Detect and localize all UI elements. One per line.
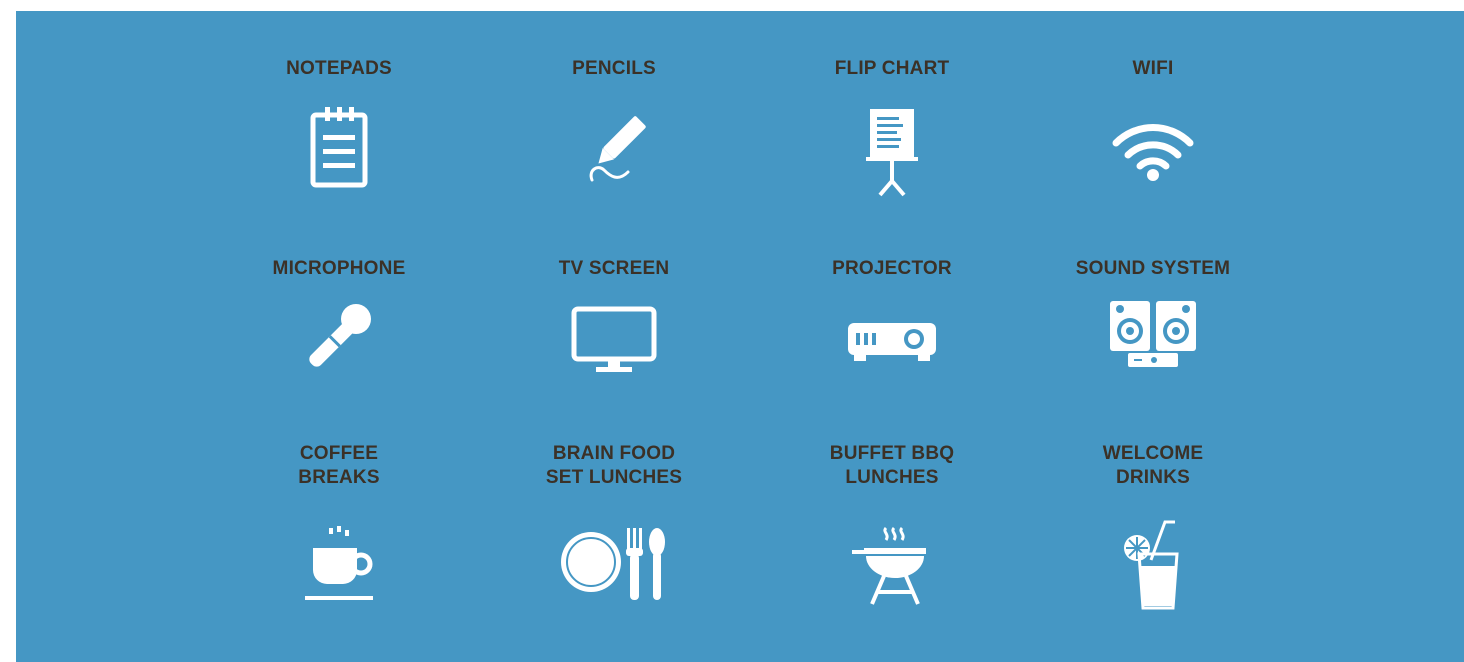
bbq-grill-icon	[850, 526, 934, 606]
amenity-flip-chart: FLIP CHART	[782, 57, 1002, 197]
pencil-icon	[582, 112, 646, 186]
amenity-label: WIFI	[1132, 58, 1174, 79]
amenity-coffee-breaks: COFFEE BREAKS	[229, 442, 449, 600]
tv-screen-icon	[570, 305, 658, 375]
amenity-welcome-drinks: WELCOME DRINKS	[1043, 442, 1263, 610]
amenity-label: BUFFET BBQ LUNCHES	[829, 443, 955, 488]
sound-system-icon	[1108, 299, 1198, 371]
amenity-label: SOUND SYSTEM	[1075, 258, 1231, 279]
amenity-pencils: PENCILS	[504, 57, 724, 182]
amenity-label: WELCOME DRINKS	[1102, 443, 1204, 488]
amenities-panel: NOTEPADS PENCILS FLIP CHART WIFI MICROPH…	[16, 11, 1464, 662]
amenity-brain-food: BRAIN FOOD SET LUNCHES	[504, 442, 724, 600]
amenity-microphone: MICROPHONE	[229, 257, 449, 367]
amenity-buffet-bbq: BUFFET BBQ LUNCHES	[782, 442, 1002, 605]
microphone-icon	[299, 297, 379, 377]
amenity-label: COFFEE BREAKS	[298, 443, 380, 488]
amenity-sound-system: SOUND SYSTEM	[1043, 257, 1263, 367]
amenity-label: MICROPHONE	[272, 258, 406, 279]
amenity-tv-screen: TV SCREEN	[504, 257, 724, 372]
plate-cutlery-icon	[559, 526, 669, 602]
amenity-label: PROJECTOR	[832, 258, 952, 279]
wifi-icon	[1112, 119, 1194, 181]
coffee-cup-icon	[299, 526, 379, 602]
amenity-label: FLIP CHART	[834, 58, 950, 79]
amenity-label: NOTEPADS	[286, 58, 392, 79]
projector-icon	[844, 317, 940, 365]
amenity-label: BRAIN FOOD SET LUNCHES	[545, 443, 683, 488]
flip-chart-icon	[864, 107, 920, 197]
amenity-notepads: NOTEPADS	[229, 57, 449, 188]
amenity-label: PENCILS	[572, 58, 656, 79]
drink-glass-icon	[1121, 518, 1185, 610]
amenity-label: TV SCREEN	[558, 258, 670, 279]
amenity-wifi: WIFI	[1043, 57, 1263, 181]
amenity-projector: PROJECTOR	[782, 257, 1002, 361]
notepad-icon	[307, 105, 371, 189]
